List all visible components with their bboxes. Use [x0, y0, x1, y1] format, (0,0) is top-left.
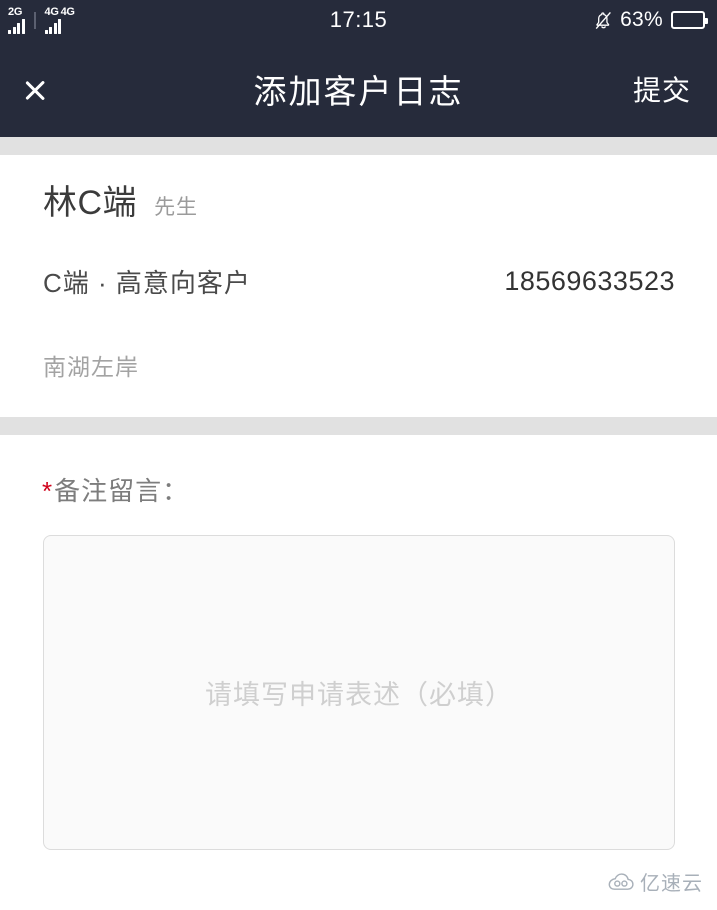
customer-address: 南湖左岸	[43, 354, 139, 380]
customer-name: 林C端	[43, 184, 138, 222]
customer-name-row: 林C端 先生	[43, 175, 198, 224]
status-bar: 2G 4G 4G 17:15 63%	[0, 0, 717, 40]
cloud-logo-icon	[608, 872, 634, 891]
submit-button[interactable]: 提交	[633, 40, 691, 137]
customer-phone[interactable]: 18569633523	[504, 266, 675, 297]
watermark: 亿速云	[608, 867, 703, 896]
watermark-text: 亿速云	[640, 873, 703, 895]
customer-meta-row: C端 · 高意向客户 18569633523	[43, 263, 675, 300]
remark-field-label: * 备注留言：	[42, 471, 189, 508]
customer-info-card[interactable]: 林C端 先生 C端 · 高意向客户 18569633523 南湖左岸	[0, 155, 717, 417]
status-bar-right-icons: 63%	[595, 0, 708, 40]
remark-textarea[interactable]: 请填写申请表述（必填）	[43, 535, 675, 850]
remark-form-card: * 备注留言： 请填写申请表述（必填）	[0, 435, 717, 910]
navigation-bar: 添加客户日志 提交	[0, 40, 717, 137]
battery-percent-label: 63%	[620, 8, 663, 31]
page-title: 添加客户日志	[253, 72, 464, 110]
customer-honorific: 先生	[154, 196, 199, 219]
section-separator-top	[0, 137, 717, 155]
bell-mute-icon	[595, 11, 612, 30]
battery-icon	[671, 11, 708, 29]
customer-tags: C端 · 高意向客户	[43, 268, 251, 298]
app-root: 2G 4G 4G 17:15 63% 添加客户日志 提交 林C端 先生 C端 ·…	[0, 0, 717, 910]
required-asterisk: *	[42, 476, 54, 506]
section-separator-middle	[0, 417, 717, 435]
remark-label-text: 备注留言：	[54, 476, 190, 506]
remark-placeholder: 请填写申请表述（必填）	[205, 680, 513, 710]
